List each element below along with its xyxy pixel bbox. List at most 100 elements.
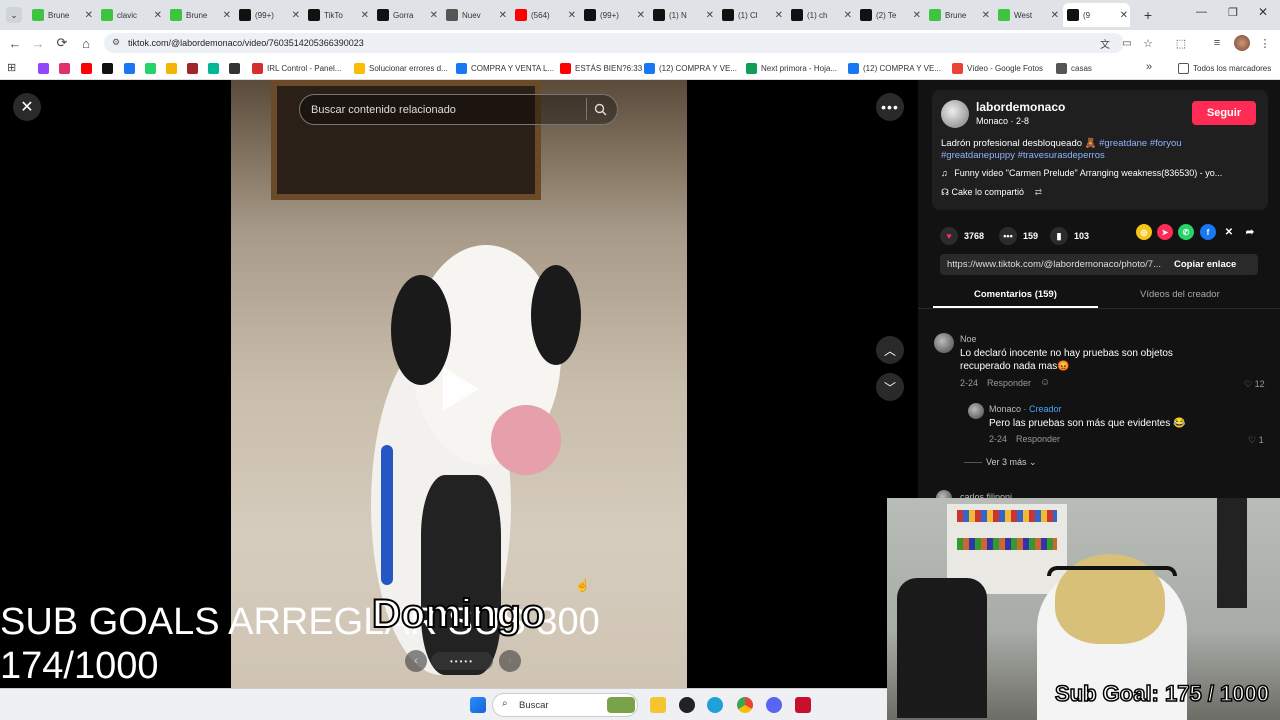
maximize-button[interactable]: ❐	[1228, 6, 1238, 19]
tab-close-icon[interactable]: ✕	[775, 10, 783, 21]
browser-tab[interactable]: Brune ✕	[28, 3, 95, 27]
tab-comments[interactable]: Comentarios (159)	[974, 289, 1057, 300]
cast-icon[interactable]: ▭	[1118, 34, 1136, 52]
bookmark-item[interactable]: Solucionar errores d...	[354, 61, 448, 75]
window-close-button[interactable]: ✕	[1258, 5, 1268, 19]
previous-video-button[interactable]: ︿	[876, 336, 904, 364]
like-stat[interactable]: ♥ 3768	[940, 226, 984, 246]
bookmark-item[interactable]	[187, 61, 202, 75]
search-button[interactable]	[586, 98, 614, 120]
bookmark-item[interactable]: Next primora - Hoja...	[746, 61, 837, 75]
comment-like[interactable]: ♡ 1	[1248, 435, 1264, 446]
caption-tags[interactable]: #greatdanepuppy #travesurasdeperros	[941, 150, 1105, 161]
chrome-icon[interactable]	[737, 697, 753, 713]
profile-avatar[interactable]	[1234, 35, 1250, 51]
tab-close-icon[interactable]: ✕	[361, 10, 369, 21]
browser-tab[interactable]: (564) ✕	[511, 3, 578, 27]
bookmark-item[interactable]: casas	[1056, 61, 1092, 75]
browser-tab[interactable]: (1) Cl ✕	[718, 3, 785, 27]
play-icon[interactable]	[443, 367, 479, 411]
bookmark-item[interactable]	[102, 61, 117, 75]
forward-button[interactable]: →	[29, 34, 47, 52]
tab-close-icon[interactable]: ✕	[913, 10, 921, 21]
browser-tab[interactable]: (2) Te ✕	[856, 3, 923, 27]
apps-grid-icon[interactable]: ⊞	[7, 61, 16, 74]
new-tab-button[interactable]: +	[1138, 5, 1158, 25]
home-button[interactable]: ⌂	[77, 34, 95, 52]
media-control-icon[interactable]: ≡	[1208, 34, 1226, 52]
reply-button[interactable]: Responder	[1016, 434, 1060, 444]
reply-author[interactable]: Monaco · Creador	[989, 404, 1062, 414]
bookmark-star-icon[interactable]: ☆	[1139, 34, 1157, 52]
next-video-button[interactable]: ﹀	[876, 373, 904, 401]
tab-close-icon[interactable]: ✕	[292, 10, 300, 21]
translate-icon[interactable]: 文	[1096, 34, 1114, 52]
file-explorer-icon[interactable]	[650, 697, 666, 713]
tab-close-icon[interactable]: ✕	[154, 10, 162, 21]
bookmark-item[interactable]	[38, 61, 53, 75]
avatar[interactable]	[934, 333, 954, 353]
reload-button[interactable]: ⟳	[53, 34, 71, 52]
bookmark-item[interactable]: Vídeo - Google Fotos	[952, 61, 1043, 75]
save-stat[interactable]: ▮ 103	[1050, 226, 1089, 246]
minimize-button[interactable]: —	[1196, 6, 1207, 18]
tab-close-icon[interactable]: ✕	[85, 10, 93, 21]
browser-tab[interactable]: TikTo ✕	[304, 3, 371, 27]
edge-icon[interactable]	[707, 697, 723, 713]
browser-tab[interactable]: Nuev ✕	[442, 3, 509, 27]
site-info-icon[interactable]: ⚙	[112, 37, 120, 48]
browser-tab[interactable]: clavic ✕	[97, 3, 164, 27]
music-line[interactable]: ♫ Funny video "Carmen Prelude" Arranging…	[941, 168, 1222, 178]
bookmark-item[interactable]	[166, 61, 181, 75]
taskbar-search[interactable]: ⌕ Buscar	[492, 693, 638, 717]
tab-close-icon[interactable]: ✕	[430, 10, 438, 21]
whatsapp-icon[interactable]: ✆	[1178, 224, 1194, 240]
related-search-input[interactable]: Buscar contenido relacionado	[299, 94, 618, 125]
more-share-icon[interactable]: ➦	[1242, 224, 1258, 240]
browser-tab[interactable]: (9 ✕	[1063, 3, 1130, 27]
address-bar[interactable]: ⚙ tiktok.com/@labordemonaco/video/760351…	[104, 33, 1124, 53]
comment-author[interactable]: Noe	[960, 334, 977, 344]
follow-button[interactable]: Seguir	[1192, 101, 1256, 125]
bookmark-item[interactable]: (12) COMPRA Y VE...	[644, 61, 737, 75]
menu-kebab-icon[interactable]: ⋮	[1256, 34, 1274, 52]
all-bookmarks-button[interactable]: Todos los marcadores	[1178, 61, 1271, 75]
windows-start-icon[interactable]	[470, 697, 486, 713]
adobe-icon[interactable]	[795, 697, 811, 713]
browser-tab[interactable]: Brune ✕	[925, 3, 992, 27]
bookmark-item[interactable]	[124, 61, 139, 75]
tab-close-icon[interactable]: ✕	[499, 10, 507, 21]
browser-tab[interactable]: West ✕	[994, 3, 1061, 27]
bookmark-item[interactable]	[145, 61, 160, 75]
browser-tab[interactable]: Brune ✕	[166, 3, 233, 27]
browser-tab[interactable]: (1) N ✕	[649, 3, 716, 27]
tab-close-icon[interactable]: ✕	[1120, 10, 1128, 21]
comment-stat[interactable]: ••• 159	[999, 226, 1038, 246]
browser-tab[interactable]: (1) ch ✕	[787, 3, 854, 27]
bookmark-item[interactable]: IRL Control - Panel...	[252, 61, 341, 75]
tab-close-icon[interactable]: ✕	[1051, 10, 1059, 21]
tab-close-icon[interactable]: ✕	[982, 10, 990, 21]
bookmark-item[interactable]: COMPRA Y VENTA L...	[456, 61, 554, 75]
avatar[interactable]	[968, 403, 984, 419]
tab-close-icon[interactable]: ✕	[568, 10, 576, 21]
browser-tab[interactable]: (99+) ✕	[580, 3, 647, 27]
send-share-icon[interactable]: ➤	[1157, 224, 1173, 240]
bookmark-item[interactable]	[59, 61, 74, 75]
discord-icon[interactable]	[766, 697, 782, 713]
browser-tab[interactable]: Gorra ✕	[373, 3, 440, 27]
bookmark-item[interactable]	[208, 61, 223, 75]
extensions-icon[interactable]: ⬚	[1172, 34, 1190, 52]
back-button[interactable]: ←	[6, 34, 24, 52]
bookmark-item[interactable]: ESTÁS BIEN?6:33	[560, 61, 642, 75]
comment-like[interactable]: ♡ 12	[1244, 379, 1265, 390]
facebook-icon[interactable]: f	[1200, 224, 1216, 240]
app-icon[interactable]	[679, 697, 695, 713]
x-share-icon[interactable]: ✕	[1221, 224, 1237, 240]
tab-close-icon[interactable]: ✕	[844, 10, 852, 21]
bookmark-item[interactable]	[229, 61, 244, 75]
coin-share-icon[interactable]: ◎	[1136, 224, 1152, 240]
tab-search-button[interactable]: ⌄	[6, 7, 22, 23]
close-video-button[interactable]: ✕	[13, 93, 41, 121]
more-options-button[interactable]: •••	[876, 93, 904, 121]
